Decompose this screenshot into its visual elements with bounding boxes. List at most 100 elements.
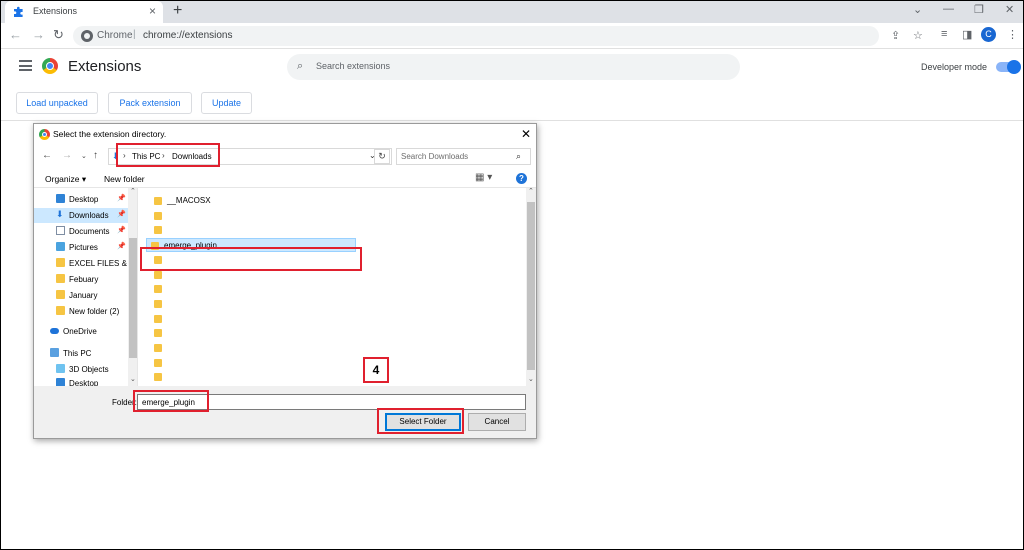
folder-icon [154, 373, 162, 382]
dialog-command-bar: Organize ▾ New folder ▦ ▾ ? [34, 170, 536, 188]
bookmark-star-icon[interactable]: ☆ [913, 29, 923, 42]
scroll-up-icon[interactable]: ⌃ [528, 188, 534, 195]
tab-extensions[interactable]: Extensions × [5, 1, 163, 23]
file-scrollbar[interactable]: ⌃ ⌄ [526, 188, 536, 386]
nav-item[interactable]: ⬇ Downloads 📌 [34, 208, 128, 223]
organize-menu-button[interactable]: Organize ▾ [45, 174, 86, 185]
folder-icon [154, 226, 162, 235]
pictures-icon [56, 242, 65, 251]
file-list-item[interactable] [150, 326, 358, 340]
folder-icon [154, 285, 162, 294]
scroll-up-icon[interactable]: ⌃ [130, 188, 136, 195]
pin-icon: 📌 [117, 227, 126, 234]
annotation-folder-input-highlight [133, 390, 209, 412]
address-url: chrome://extensions [143, 30, 233, 41]
more-menu-icon[interactable]: ⋮ [1007, 28, 1018, 41]
nav-item[interactable]: New folder (2) [34, 304, 128, 319]
annotation-select-button-highlight [377, 408, 464, 434]
nav-item[interactable]: EXCEL FILES & in [34, 256, 135, 271]
nav-item[interactable]: OneDrive [34, 324, 128, 339]
file-list-item[interactable] [150, 312, 358, 326]
pin-icon: 📌 [117, 195, 126, 202]
nav-item-label: January [69, 291, 98, 300]
nav-item[interactable]: Desktop 📌 [34, 192, 128, 207]
load-unpacked-button[interactable]: Load unpacked [16, 92, 98, 114]
search-icon: ⌕ [297, 60, 304, 72]
tab-close-icon[interactable]: × [149, 4, 156, 18]
profile-avatar[interactable]: C [981, 27, 996, 42]
file-scroll-thumb[interactable] [527, 202, 535, 370]
computer-icon [50, 348, 59, 357]
nav-item-label: Desktop [69, 379, 99, 386]
back-icon[interactable]: ← [9, 27, 22, 42]
file-list-item[interactable] [150, 297, 358, 311]
address-bar[interactable]: Chrome | chrome://extensions ⇪ ☆ [73, 26, 923, 46]
back-arrow-icon[interactable]: ← [42, 150, 52, 161]
scroll-down-icon[interactable]: ⌄ [528, 375, 534, 383]
refresh-icon[interactable]: ↻ [374, 149, 390, 164]
nav-item-label: EXCEL FILES & in [69, 259, 136, 268]
tab-search-icon[interactable]: ⌄ [913, 3, 922, 16]
search-placeholder: Search extensions [316, 61, 391, 71]
browser-window: Extensions × + ⌄ — ❐ ✕ ← → ↻ Chrome | ch… [1, 1, 1023, 549]
nav-item[interactable]: 3D Objects [34, 362, 128, 377]
restore-icon[interactable]: ❐ [974, 3, 984, 16]
desktop-icon [56, 194, 65, 203]
nav-item[interactable]: Pictures 📌 [34, 240, 128, 255]
step-number-badge: 4 [363, 357, 389, 383]
minimize-icon[interactable]: — [943, 3, 954, 15]
tab-title: Extensions [33, 6, 78, 16]
browser-toolbar: ← → ↻ Chrome | chrome://extensions ⇪ ☆ ≡… [1, 23, 1023, 49]
folder-icon [154, 329, 162, 338]
nav-item-label: OneDrive [63, 327, 97, 336]
recent-locations-icon[interactable]: ⌄ [81, 152, 87, 160]
dialog-close-icon[interactable]: ✕ [521, 127, 531, 141]
update-button[interactable]: Update [201, 92, 252, 114]
nav-scroll-thumb[interactable] [129, 238, 137, 358]
reading-list-icon[interactable]: ≡ [941, 28, 947, 40]
nav-item[interactable]: Desktop [34, 376, 128, 386]
developer-mode-toggle[interactable] [996, 60, 1021, 74]
nav-item[interactable]: This PC [34, 346, 128, 361]
forward-icon[interactable]: → [32, 27, 45, 42]
up-arrow-icon[interactable]: ↑ [93, 150, 98, 161]
help-icon[interactable]: ? [516, 173, 527, 184]
nav-item[interactable]: January [34, 288, 128, 303]
search-extensions-input[interactable]: ⌕ Search extensions [287, 54, 740, 80]
view-options-icon[interactable]: ▦ ▾ [475, 172, 492, 183]
cancel-button[interactable]: Cancel [468, 413, 526, 431]
side-panel-icon[interactable]: ◨ [962, 28, 972, 41]
scroll-down-icon[interactable]: ⌄ [130, 375, 136, 383]
nav-item[interactable]: Documents 📌 [34, 224, 128, 239]
hamburger-menu-icon[interactable] [19, 60, 32, 71]
search-downloads-input[interactable]: Search Downloads ⌕ [396, 148, 531, 165]
reload-icon[interactable]: ↻ [53, 27, 64, 43]
dialog-title-bar: Select the extension directory. ✕ [34, 124, 536, 144]
nav-item-label: Downloads [69, 211, 109, 220]
folder-icon [56, 274, 65, 283]
folder-icon [56, 306, 65, 315]
file-list-item[interactable] [150, 356, 358, 370]
puzzle-icon [14, 6, 23, 17]
forward-arrow-icon[interactable]: → [62, 150, 72, 161]
nav-item-label: Documents [69, 227, 110, 236]
share-icon[interactable]: ⇪ [891, 29, 900, 42]
nav-item[interactable]: Febuary [34, 272, 128, 287]
new-folder-button[interactable]: New folder [104, 174, 145, 184]
chrome-logo-icon [39, 129, 50, 140]
folder-icon [154, 211, 162, 220]
file-list-item[interactable] [150, 223, 358, 237]
file-name: __MACOSX [167, 196, 211, 205]
page-title: Extensions [68, 58, 142, 75]
file-list-item[interactable] [150, 282, 358, 296]
nav-scrollbar[interactable]: ⌃ ⌄ [128, 188, 137, 386]
new-tab-button[interactable]: + [173, 2, 182, 20]
file-list-item[interactable] [150, 370, 358, 384]
nav-item-label: Febuary [69, 275, 99, 284]
file-list-item[interactable] [150, 209, 358, 223]
file-list-item[interactable] [150, 341, 358, 355]
close-window-icon[interactable]: ✕ [1005, 3, 1014, 16]
pack-extension-button[interactable]: Pack extension [108, 92, 192, 114]
folder-icon [154, 197, 162, 205]
file-list-item[interactable]: __MACOSX [150, 194, 358, 208]
